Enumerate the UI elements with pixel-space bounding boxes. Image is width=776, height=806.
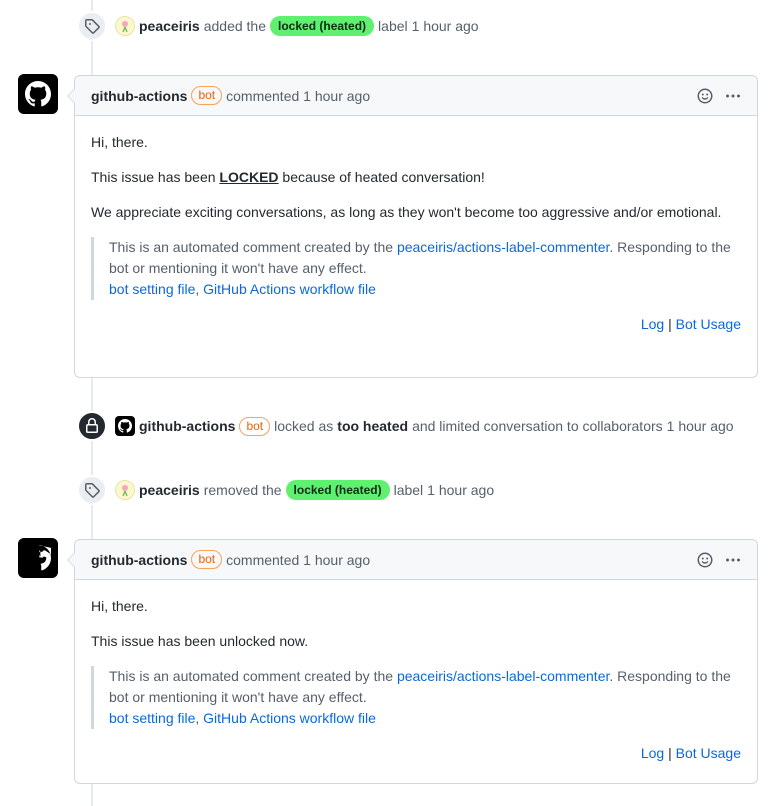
comment-1: github-actions bot commented 1 hour ago … (67, 75, 758, 378)
github-actions-avatar[interactable] (18, 74, 58, 114)
bot-tag: bot (239, 416, 271, 436)
automated-note-quote: This is an automated comment created by … (91, 237, 741, 300)
comment-meta[interactable]: commented 1 hour ago (226, 552, 370, 568)
event-action: locked as (274, 418, 334, 434)
event-time[interactable]: 1 hour ago (427, 482, 494, 498)
kebab-horizontal-icon[interactable] (725, 88, 741, 104)
event-actor[interactable]: peaceiris (139, 18, 200, 34)
event-suffix: label (393, 482, 424, 498)
comment-body: Hi, there. This issue has been unlocked … (75, 580, 757, 780)
automated-note-quote: This is an automated comment created by … (91, 666, 741, 729)
kebab-horizontal-icon[interactable] (725, 552, 741, 568)
actions-label-commenter-link[interactable]: peaceiris/actions-label-commenter (397, 668, 609, 684)
lock-notice: This issue has been LOCKED because of he… (91, 167, 741, 188)
quote-pre: This is an automated comment created by … (109, 239, 397, 255)
bot-usage-link[interactable]: Bot Usage (676, 316, 741, 332)
comment-2: github-actions bot commented 1 hour ago … (67, 539, 758, 784)
github-actions-mini-avatar[interactable] (115, 416, 135, 436)
label-locked-heated[interactable]: locked (heated) (270, 16, 375, 36)
tag-icon (77, 11, 107, 41)
link-separator: , (195, 710, 204, 726)
lock-notice-pre: This issue has been (91, 169, 220, 185)
bot-setting-file-link[interactable]: bot setting file (109, 281, 195, 297)
bot-tag: bot (191, 550, 223, 569)
timeline-event-locked: github-actions bot locked as too heated … (77, 411, 734, 441)
event-time[interactable]: 1 hour ago (667, 418, 734, 434)
event-suffix: label (378, 18, 408, 34)
smiley-icon[interactable] (697, 552, 713, 568)
comment-author[interactable]: github-actions (91, 552, 187, 568)
tag-icon (77, 475, 107, 505)
bot-tag: bot (191, 86, 223, 105)
label-locked-heated[interactable]: locked (heated) (285, 480, 390, 500)
link-separator: , (195, 281, 204, 297)
event-suffix: and limited conversation to collaborator… (412, 418, 663, 434)
lock-notice-post: because of heated conversation! (278, 169, 485, 185)
footer-separator: | (664, 745, 676, 761)
lock-icon (77, 411, 107, 441)
locked-word: LOCKED (219, 169, 279, 185)
event-action: removed the (203, 482, 282, 498)
smiley-icon[interactable] (697, 88, 713, 104)
bot-usage-link[interactable]: Bot Usage (676, 745, 741, 761)
timeline-event-label-added: peaceiris added the locked (heated) labe… (77, 11, 479, 41)
comment-author[interactable]: github-actions (91, 88, 187, 104)
actions-label-commenter-link[interactable]: peaceiris/actions-label-commenter (397, 239, 609, 255)
peaceiris-avatar[interactable] (115, 16, 135, 36)
comment-header: github-actions bot commented 1 hour ago (75, 76, 757, 116)
event-time[interactable]: 1 hour ago (412, 18, 479, 34)
event-actor[interactable]: peaceiris (139, 482, 200, 498)
workflow-file-link[interactable]: GitHub Actions workflow file (203, 281, 376, 297)
workflow-file-link[interactable]: GitHub Actions workflow file (203, 710, 376, 726)
timeline-event-label-removed: peaceiris removed the locked (heated) la… (77, 475, 494, 505)
log-link[interactable]: Log (641, 745, 664, 761)
comment-footer-links: Log | Bot Usage (91, 743, 741, 764)
appreciation-paragraph: We appreciate exciting conversations, as… (91, 204, 722, 220)
peaceiris-avatar[interactable] (115, 480, 135, 500)
greeting: Hi, there. (91, 598, 148, 614)
greeting: Hi, there. (91, 134, 148, 150)
comment-header: github-actions bot commented 1 hour ago (75, 540, 757, 580)
github-actions-avatar[interactable] (18, 538, 58, 578)
event-action: added the (203, 18, 267, 34)
comment-footer-links: Log | Bot Usage (91, 314, 741, 335)
quote-pre: This is an automated comment created by … (109, 668, 397, 684)
unlock-notice: This issue has been unlocked now. (91, 633, 309, 649)
footer-separator: | (664, 316, 676, 332)
comment-meta[interactable]: commented 1 hour ago (226, 88, 370, 104)
log-link[interactable]: Log (641, 316, 664, 332)
bot-setting-file-link[interactable]: bot setting file (109, 710, 195, 726)
comment-body: Hi, there. This issue has been LOCKED be… (75, 116, 757, 351)
lock-reason: too heated (337, 418, 409, 434)
event-actor[interactable]: github-actions (139, 418, 235, 434)
